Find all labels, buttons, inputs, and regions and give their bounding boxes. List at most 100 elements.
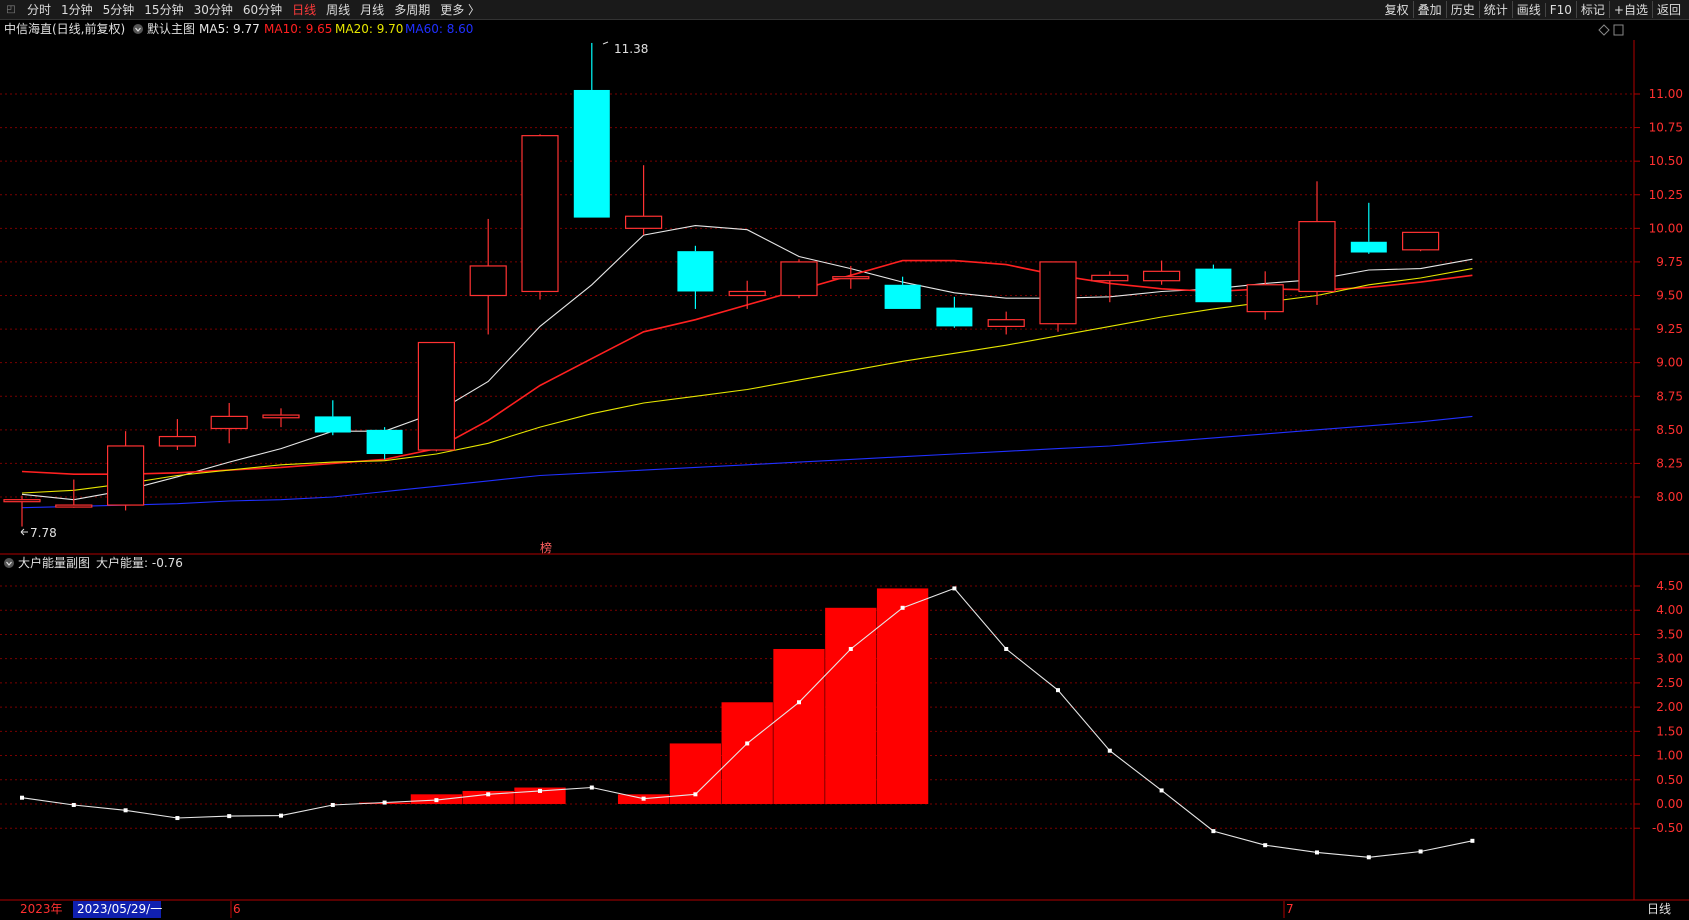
panel-controls[interactable]	[1598, 24, 1624, 36]
price-tick-label: 9.75	[1656, 255, 1683, 269]
price-axis-labels: 8.00 8.25 8.50 8.75 9.00 9.25 9.50 9.75 10.00 10.…	[1649, 87, 1683, 504]
energy-point	[175, 816, 180, 821]
price-tick-label: 8.25	[1656, 456, 1683, 470]
candle-body	[987, 319, 1025, 327]
candle-body	[469, 265, 507, 297]
energy-point	[641, 796, 646, 801]
energy-bar	[876, 588, 929, 804]
energy-tick-label: 1.50	[1656, 724, 1683, 738]
candle-body	[677, 251, 714, 292]
energy-tick-label: 0.50	[1656, 773, 1683, 787]
stock-chart: 中信海直(日线,前复权) 默认主图 MA5: 9.77 MA10: 9.65 M…	[0, 21, 1689, 918]
candle-body	[314, 416, 351, 433]
price-tick-label: 11.00	[1649, 87, 1683, 101]
sub-indicator-dropdown[interactable]: 大户能量副图	[4, 555, 90, 570]
ma-lines	[21, 225, 1473, 509]
candle	[417, 341, 455, 452]
energy-point	[1470, 838, 1475, 843]
energy-point	[1263, 843, 1268, 848]
candle	[677, 245, 714, 309]
candle	[314, 400, 351, 436]
ma5-label: MA5: 9.77	[199, 22, 260, 36]
candle	[573, 42, 610, 218]
price-tick-label: 10.50	[1649, 154, 1683, 168]
candle-body	[417, 341, 455, 451]
main-grid	[0, 93, 1640, 498]
energy-tick-label: 2.50	[1656, 676, 1683, 690]
candle-body	[366, 429, 403, 455]
dropdown-icon	[4, 558, 14, 568]
candle-body	[1246, 284, 1284, 313]
ma10-label: MA10: 9.65	[264, 22, 332, 36]
price-tick-label: 9.50	[1656, 289, 1683, 303]
cursor-date-label: 2023/05/29/一	[77, 902, 162, 916]
energy-tick-label: 2.00	[1656, 700, 1683, 714]
dropdown-icon	[133, 24, 143, 34]
sub-indicator-value: 大户能量: -0.76	[96, 555, 183, 570]
energy-bars	[358, 588, 929, 804]
high-price-label: 11.38	[614, 42, 648, 56]
energy-tick-label: 4.50	[1656, 579, 1683, 593]
candle-body	[262, 414, 300, 419]
main-indicator-dropdown[interactable]: 默认主图	[133, 21, 195, 36]
energy-point	[123, 808, 128, 813]
low-marker: 7.78	[20, 526, 57, 540]
energy-point	[1315, 850, 1319, 855]
ma-line-ma60	[21, 415, 1473, 509]
candle-body	[1091, 274, 1129, 282]
high-marker: 11.38	[602, 41, 648, 56]
diamond-icon[interactable]	[1598, 24, 1610, 36]
energy-tick-label: 4.00	[1656, 603, 1683, 617]
energy-point	[538, 788, 542, 793]
candle-body	[832, 276, 870, 280]
price-tick-label: 10.25	[1649, 188, 1683, 202]
price-tick-label: 10.00	[1649, 221, 1683, 235]
candle-body	[55, 504, 93, 508]
candle	[884, 276, 921, 309]
candle-body	[1298, 221, 1336, 293]
price-tick-label: 8.00	[1656, 490, 1683, 504]
month-7-label: 7	[1286, 902, 1294, 916]
energy-bar	[825, 607, 877, 804]
energy-point	[900, 605, 905, 610]
candle-body	[3, 499, 41, 503]
energy-point	[745, 741, 750, 746]
price-tick-label: 10.75	[1649, 121, 1683, 135]
year-label: 2023年	[20, 902, 63, 916]
sub-indicator-title: 大户能量副图	[18, 555, 90, 570]
candle	[1142, 260, 1181, 285]
candle	[210, 402, 248, 444]
price-tick-label: 8.75	[1656, 389, 1683, 403]
month-6-label: 6	[233, 902, 241, 916]
candle	[1195, 264, 1232, 303]
energy-bar	[773, 648, 825, 804]
energy-point	[1418, 849, 1423, 854]
window-icon[interactable]	[1613, 24, 1624, 36]
candles	[3, 42, 1440, 527]
energy-tick-label: 3.50	[1656, 627, 1683, 641]
energy-tick-label: 3.00	[1656, 652, 1683, 666]
candle	[1246, 271, 1284, 320]
low-price-label: 7.78	[30, 526, 57, 540]
energy-point	[1004, 646, 1009, 651]
energy-tick-label: -0.50	[1652, 821, 1683, 835]
energy-point	[20, 795, 24, 800]
candle-body	[1039, 261, 1077, 325]
candle-body	[936, 307, 973, 327]
period-label: 日线	[1647, 902, 1671, 916]
candle-body	[210, 415, 248, 430]
price-tick-label: 9.00	[1656, 356, 1683, 370]
candle	[469, 218, 507, 335]
energy-bar	[721, 702, 773, 804]
candle	[55, 479, 93, 508]
energy-tick-label: 1.00	[1656, 749, 1683, 763]
energy-point	[797, 700, 801, 705]
energy-point	[1107, 748, 1112, 753]
stock-title: 中信海直(日线,前复权)	[4, 21, 125, 36]
energy-point	[952, 586, 957, 591]
candle-body	[158, 435, 196, 447]
candle	[366, 427, 403, 460]
candle-body	[624, 215, 663, 229]
candle-body	[1350, 241, 1387, 253]
energy-axis-labels: -0.50 0.00 0.50 1.00 1.50 2.00 2.50 3.00 3.50 4.0…	[1652, 579, 1683, 835]
